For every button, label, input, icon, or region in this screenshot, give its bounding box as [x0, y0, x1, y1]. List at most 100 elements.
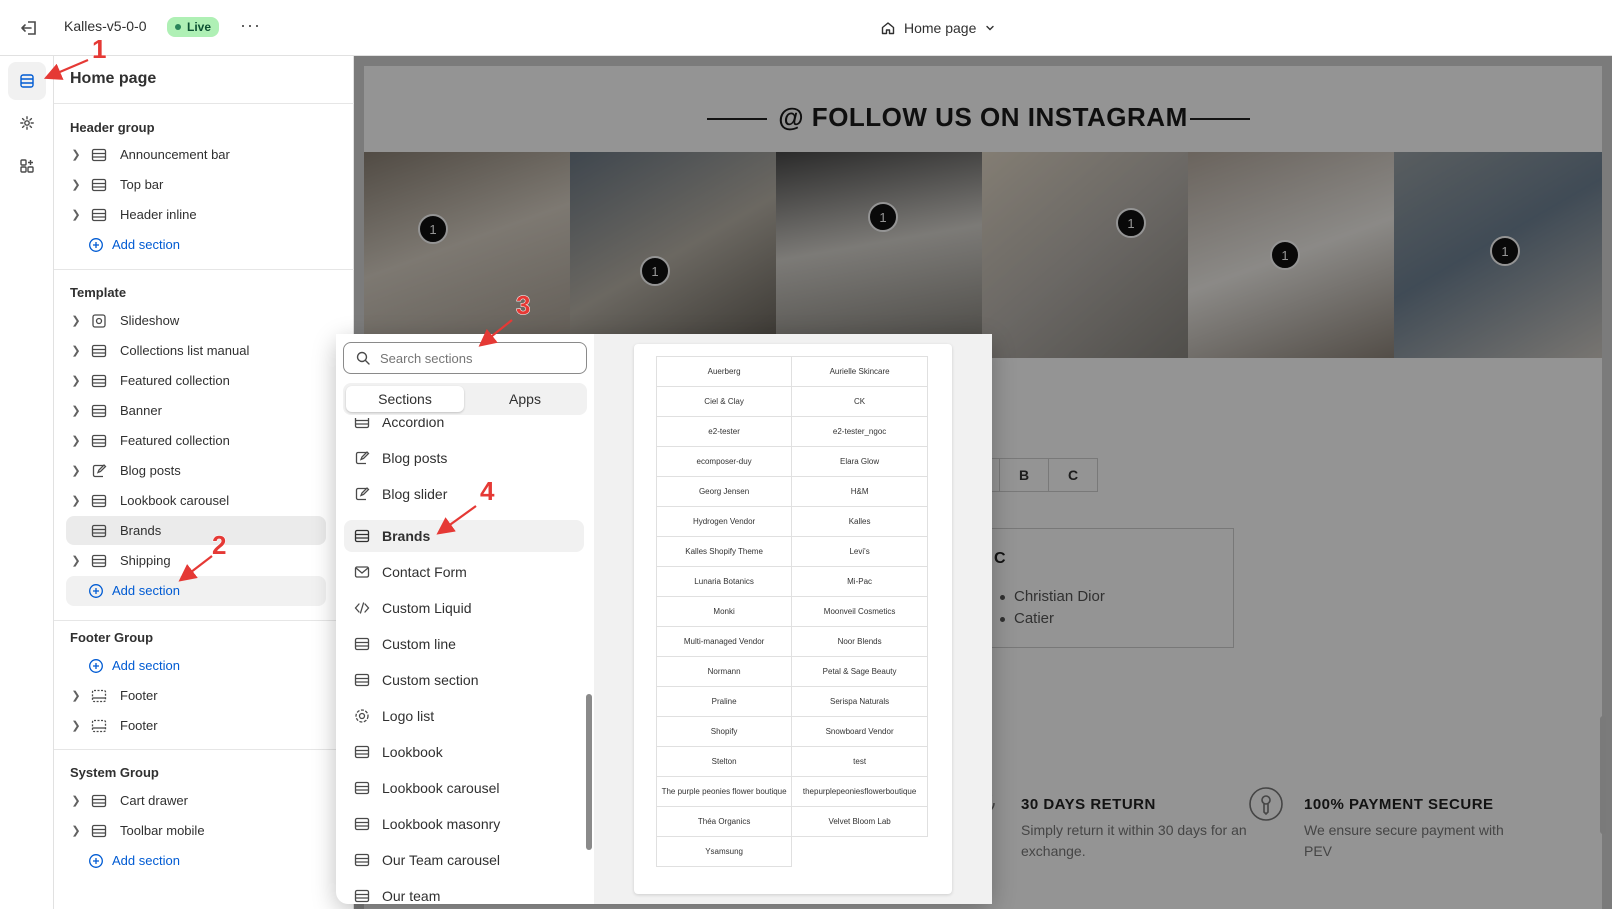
chevron-right-icon[interactable]: ❯	[66, 719, 86, 732]
tree-item[interactable]: ❯ Collections list manual	[66, 336, 326, 365]
section-option[interactable]: Accordion	[344, 418, 584, 438]
add-section-button-footer[interactable]: Add section	[66, 651, 326, 680]
theme-settings-button[interactable]	[8, 104, 46, 142]
tree-item-brands[interactable]: Brands	[66, 516, 326, 545]
chevron-right-icon[interactable]: ❯	[66, 148, 86, 161]
brand-cell	[792, 837, 928, 867]
brand-cell: thepurplepeoniesflowerboutique	[791, 776, 928, 807]
plus-circle-icon	[89, 237, 103, 252]
section-option[interactable]: Custom line	[344, 628, 584, 660]
brand-cell: Hydrogen Vendor	[655, 506, 793, 537]
chevron-right-icon[interactable]: ❯	[66, 208, 86, 221]
live-status-badge: Live	[167, 17, 220, 37]
brand-cell: Serispa Naturals	[791, 686, 928, 717]
blog-icon	[355, 451, 370, 465]
brand-row: e2-tester e2-tester_ngoc	[655, 416, 928, 447]
chevron-right-icon[interactable]: ❯	[66, 794, 86, 807]
section-option[interactable]: Our team	[344, 880, 584, 904]
section-icon	[91, 208, 107, 221]
chevron-right-icon[interactable]: ❯	[66, 374, 86, 387]
chevron-right-icon[interactable]: ❯	[66, 178, 86, 191]
section-option[interactable]: Contact Form	[344, 556, 584, 588]
page-selector-label: Home page	[904, 20, 977, 36]
app-embeds-button[interactable]	[8, 147, 46, 185]
section-icon	[91, 148, 107, 161]
section-option[interactable]: Our Team carousel	[344, 844, 584, 876]
brand-cell: Stelton	[655, 746, 793, 777]
search-icon	[356, 351, 370, 365]
tree-item-label: Featured collection	[120, 373, 230, 388]
tree-item[interactable]: ❯ Header inline	[66, 200, 326, 229]
brand-cell: e2-tester_ngoc	[791, 416, 928, 447]
chevron-right-icon[interactable]: ❯	[66, 404, 86, 417]
tree-item[interactable]: ❯ Slideshow	[66, 306, 326, 335]
group-title-footer: Footer Group	[70, 630, 154, 645]
chevron-right-icon[interactable]: ❯	[66, 494, 86, 507]
tree-item[interactable]: ❯ Announcement bar	[66, 140, 326, 169]
section-option[interactable]: Custom Liquid	[344, 592, 584, 624]
tree-item-label: Featured collection	[120, 433, 230, 448]
brand-cell: Moonveil Cosmetics	[791, 596, 928, 627]
tree-item[interactable]: ❯ Top bar	[66, 170, 326, 199]
chevron-right-icon[interactable]: ❯	[66, 314, 86, 327]
section-option[interactable]: Custom section	[344, 664, 584, 696]
search-sections-field[interactable]	[343, 342, 587, 374]
chevron-right-icon[interactable]: ❯	[66, 344, 86, 357]
exit-icon	[21, 21, 36, 35]
sidebar-title: Home page	[70, 70, 157, 87]
section-option-brands[interactable]: Brands	[344, 520, 584, 552]
section-option[interactable]: Lookbook	[344, 736, 584, 768]
tree-item[interactable]: ❯ Footer	[66, 711, 326, 740]
section-icon	[91, 404, 107, 417]
exit-button[interactable]	[14, 14, 44, 42]
tab-sections[interactable]: Sections	[346, 386, 464, 412]
tree-item[interactable]: ❯ Featured collection	[66, 426, 326, 455]
chevron-right-icon[interactable]: ❯	[66, 434, 86, 447]
section-option-label: Custom section	[382, 672, 479, 688]
divider	[54, 269, 354, 270]
brand-row: Stelton test	[655, 746, 928, 777]
section-option[interactable]: Lookbook carousel	[344, 772, 584, 804]
tree-item[interactable]: ❯ Featured collection	[66, 366, 326, 395]
callout-number-1: 1	[91, 34, 107, 65]
add-section-label: Add section	[112, 853, 180, 868]
brand-row: ecomposer-duy Elara Glow	[655, 446, 928, 477]
brand-cell: Ciel & Clay	[655, 386, 793, 417]
slideshow-icon	[92, 313, 106, 328]
tab-apps[interactable]: Apps	[466, 386, 584, 412]
section-list-scrollbar[interactable]	[586, 694, 592, 850]
section-option[interactable]: Lookbook masonry	[344, 808, 584, 840]
tree-item[interactable]: ❯ Blog posts	[66, 456, 326, 485]
more-actions-button[interactable]: ···	[240, 16, 261, 34]
page-selector[interactable]: Home page	[880, 16, 996, 40]
home-icon	[881, 22, 895, 35]
tree-item[interactable]: ❯ Footer	[66, 681, 326, 710]
chevron-right-icon[interactable]: ❯	[66, 464, 86, 477]
tree-item[interactable]: ❯ Shipping	[66, 546, 326, 575]
tree-item-label: Cart drawer	[120, 793, 188, 808]
tree-item[interactable]: ❯ Banner	[66, 396, 326, 425]
chevron-right-icon[interactable]: ❯	[66, 689, 86, 702]
brand-row: Hydrogen Vendor Kalles	[655, 506, 928, 537]
add-section-button-system[interactable]: Add section	[66, 846, 326, 875]
preview-scrollbar[interactable]	[1600, 716, 1606, 834]
sections-tab-button[interactable]	[8, 62, 46, 100]
section-option[interactable]: Blog posts	[344, 442, 584, 474]
brand-cell: ecomposer-duy	[655, 446, 793, 477]
logo-icon	[355, 709, 369, 723]
section-option[interactable]: Logo list	[344, 700, 584, 732]
section-list: Accordion Blog posts Blog slider Brands …	[336, 418, 594, 904]
section-option[interactable]: Blog slider	[344, 478, 584, 510]
add-section-button-template[interactable]: Add section	[66, 576, 326, 605]
tree-item-label: Blog posts	[120, 463, 181, 478]
add-section-button[interactable]: Add section	[66, 230, 326, 259]
brand-cell: Levi's	[791, 536, 928, 567]
brands-preview-table: Auerberg Aurielle Skincare Ciel & Clay CK e2…	[655, 356, 928, 867]
section-option-label: Custom line	[382, 636, 456, 652]
tree-item[interactable]: ❯ Toolbar mobile	[66, 816, 326, 845]
search-sections-input[interactable]	[380, 350, 570, 366]
tree-item[interactable]: ❯ Lookbook carousel	[66, 486, 326, 515]
chevron-right-icon[interactable]: ❯	[66, 824, 86, 837]
tree-item[interactable]: ❯ Cart drawer	[66, 786, 326, 815]
chevron-right-icon[interactable]: ❯	[66, 554, 86, 567]
